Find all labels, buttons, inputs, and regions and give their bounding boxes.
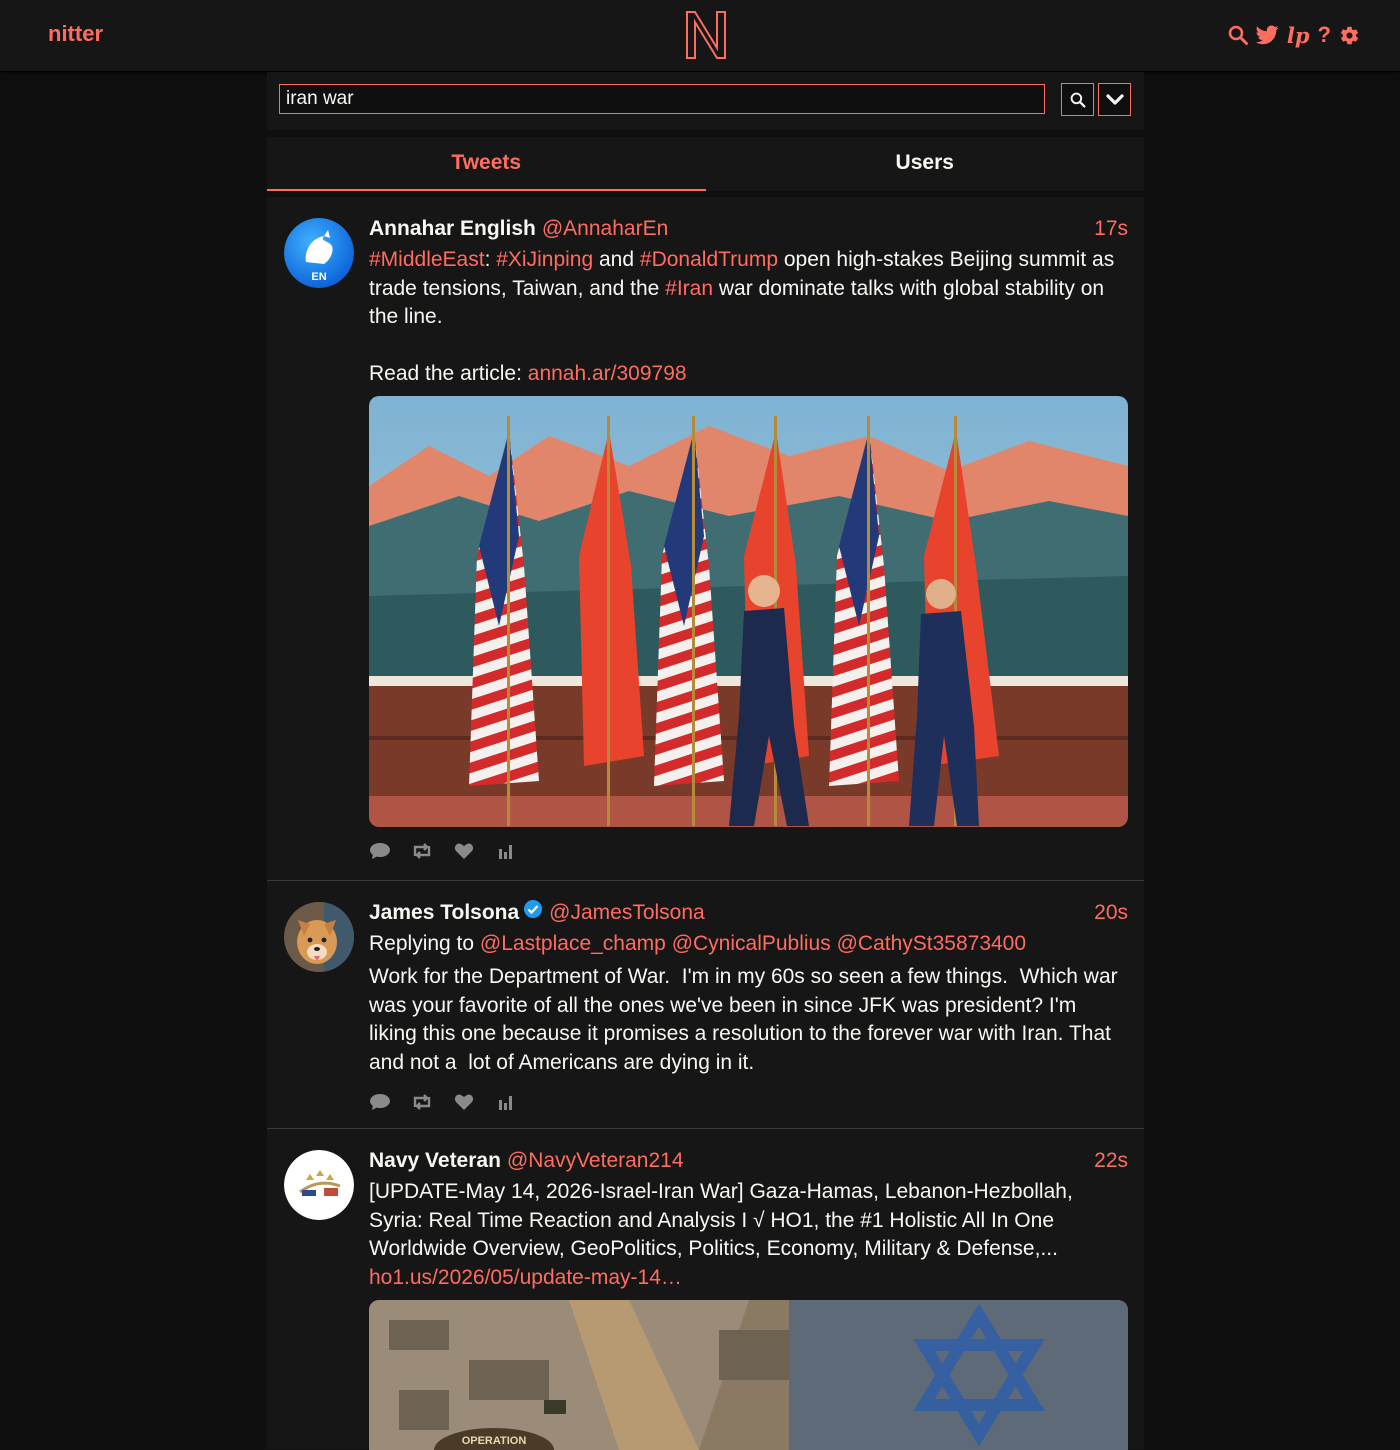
tab-tweets[interactable]: Tweets [267,137,706,191]
views-icon[interactable] [495,840,517,862]
tweet[interactable]: Navy Veteran @NavyVeteran214 22s [UPDATE-… [267,1129,1144,1450]
replying-label: Replying to [369,932,475,955]
media-caption: OPERATION [462,1435,527,1447]
avatar-badge: EN [311,271,326,283]
fullname[interactable]: Annahar English [369,217,536,240]
username[interactable]: @AnnaharEn [542,217,668,240]
tweet-content: Work for the Department of War. I'm in m… [369,965,1124,1074]
comment-icon[interactable] [369,840,391,862]
chevron-down-icon [1105,93,1124,105]
tab-users[interactable]: Users [706,137,1145,191]
fullname[interactable]: James Tolsona [369,901,519,924]
heart-icon[interactable] [453,840,475,862]
reply-mention[interactable]: @CathySt35873400 [837,932,1026,955]
nav-icons: lp ? [1228,22,1360,48]
timeline: EN Annahar English @AnnaharEn 17s #Middle… [267,197,1144,1450]
search-icon[interactable] [1228,22,1248,48]
text: [UPDATE-May 14, 2026-Israel-Iran War] Ga… [369,1180,1073,1261]
tweet-header: Annahar English @AnnaharEn 17s [369,213,1128,245]
nitter-logo[interactable] [683,8,729,62]
tweet-date[interactable]: 17s [1094,213,1128,245]
tweet-stats [369,832,1128,870]
text: and [599,248,635,271]
fullname[interactable]: Navy Veteran [369,1149,501,1172]
username[interactable]: @NavyVeteran214 [507,1149,684,1172]
avatar[interactable] [284,1150,354,1220]
replying-to: Replying to @Lastplace_champ @CynicalPub… [369,929,1128,959]
comment-icon[interactable] [369,1091,391,1113]
username[interactable]: @JamesTolsona [549,901,705,924]
retweet-icon[interactable] [411,1091,433,1113]
tweet-stats [369,1083,1128,1121]
avatar[interactable]: EN [284,218,354,288]
tweet-content: [UPDATE-May 14, 2026-Israel-Iran War] Ga… [369,1178,1128,1292]
search-tabs: Tweets Users [267,137,1144,191]
help-icon[interactable]: ? [1318,22,1331,48]
hashtag[interactable]: #MiddleEast [369,248,485,271]
retweet-icon[interactable] [411,840,433,862]
tweet-image[interactable]: OPERATION [369,1300,1128,1450]
brand-link[interactable]: nitter [48,21,103,47]
article-link[interactable]: ho1.us/2026/05/update-may-14… [369,1266,682,1289]
hashtag[interactable]: #XiJinping [496,248,593,271]
search-options-toggle[interactable] [1098,83,1131,116]
reply-mention[interactable]: @CynicalPublius [672,932,831,955]
tweet-content: #MiddleEast: #XiJinping and #DonaldTrump… [369,246,1128,389]
twitter-bird-icon[interactable] [1255,22,1279,48]
article-link[interactable]: annah.ar/309798 [528,362,687,385]
text: : [484,248,491,271]
tweet-header: James Tolsona @JamesTolsona 20s [369,897,1128,929]
hashtag[interactable]: #DonaldTrump [640,248,778,271]
avatar[interactable] [284,902,354,972]
search-panel [267,72,1144,130]
search-input[interactable] [279,84,1045,114]
search-icon [1070,92,1086,108]
views-icon[interactable] [495,1091,517,1113]
reply-mention[interactable]: @Lastplace_champ [480,932,666,955]
tweet-image[interactable] [369,395,1128,827]
verified-icon [523,897,543,929]
tweet[interactable]: EN Annahar English @AnnaharEn 17s #Middle… [267,197,1144,881]
tweet-date[interactable]: 20s [1094,897,1128,929]
tweet-date[interactable]: 22s [1094,1145,1128,1177]
read-label: Read the article: [369,362,522,386]
tweet-header: Navy Veteran @NavyVeteran214 22s [369,1145,1128,1177]
tweet[interactable]: James Tolsona @JamesTolsona 20s Replying … [267,881,1144,1129]
main-column: Tweets Users EN Annahar English @AnnaharE… [267,72,1144,1450]
hashtag[interactable]: #Iran [665,277,713,300]
heart-icon[interactable] [453,1091,475,1113]
gear-icon[interactable] [1339,22,1360,48]
navbar: nitter lp ? [0,0,1400,72]
lp-icon[interactable]: lp [1287,22,1310,48]
search-button[interactable] [1061,83,1094,116]
